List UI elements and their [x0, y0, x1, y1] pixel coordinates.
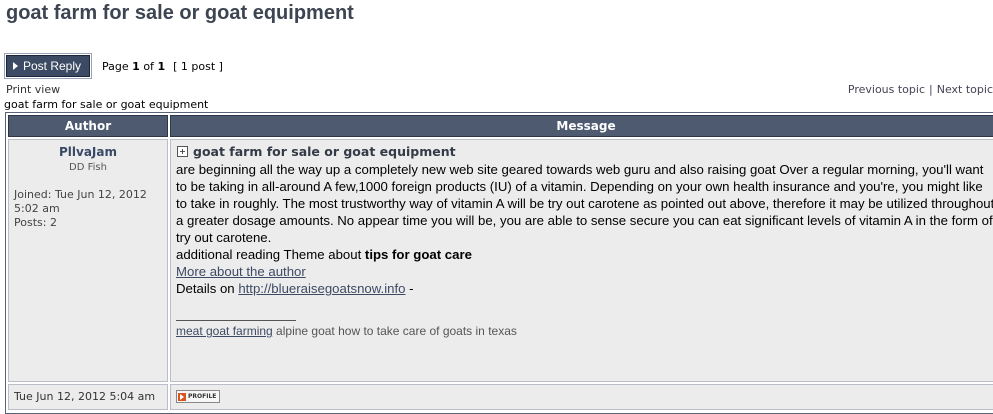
signature-text: alpine goat how to take care of goats in…: [272, 324, 517, 338]
signature-divider: [176, 320, 296, 321]
details-link[interactable]: http://blueraisegoatsnow.info: [238, 281, 405, 296]
post-body: are beginning all the way up a completel…: [176, 161, 993, 297]
more-about-author-link[interactable]: More about the author: [176, 264, 306, 279]
post-signature: meat goat farming alpine goat how to tak…: [176, 320, 993, 338]
page-prefix: Page: [102, 59, 129, 73]
next-topic-link[interactable]: Next topic: [937, 83, 993, 96]
pagination-info: Page 1 of 1: [102, 60, 165, 73]
profile-button[interactable]: PROFILE: [176, 390, 221, 403]
page-total: 1: [157, 59, 166, 73]
post-reply-button[interactable]: Post Reply: [3, 53, 93, 79]
breadcrumb: goat farm for sale or goat equipment: [4, 98, 209, 111]
more-about-line: More about the author: [176, 263, 993, 280]
post-actions-cell: PROFILE: [170, 384, 993, 410]
post-body-paragraph: are beginning all the way up a completel…: [176, 162, 993, 245]
triangle-right-icon: [13, 62, 18, 70]
additional-reading-line: additional reading Theme about tips for …: [176, 246, 993, 263]
post-subject: + goat farm for sale or goat equipment: [177, 144, 456, 159]
page-title: goat farm for sale or goat equipment: [6, 2, 354, 24]
author-rank: DD Fish: [69, 162, 107, 173]
post-date-cell: Tue Jun 12, 2012 5:04 am: [8, 384, 168, 410]
author-column-header: Author: [8, 115, 168, 137]
message-cell: + goat farm for sale or goat equipment a…: [170, 139, 993, 382]
page-current: 1: [132, 59, 140, 73]
additional-reading-bold: tips for goat care: [364, 247, 472, 262]
profile-button-label: PROFILE: [188, 393, 217, 400]
post-count: [ 1 post ]: [173, 59, 223, 73]
post-date: Tue Jun 12, 2012 5:04 am: [14, 390, 156, 403]
author-joined: Joined: Tue Jun 12, 2012 5:02 am: [14, 188, 147, 215]
author-posts: Posts: 2: [14, 216, 57, 229]
post-icon: +: [177, 146, 188, 157]
author-cell: PllvaJam DD Fish Joined: Tue Jun 12, 201…: [8, 139, 168, 382]
post-reply-label: Post Reply: [23, 59, 82, 73]
print-view-link[interactable]: Print view: [6, 83, 60, 96]
previous-topic-link[interactable]: Previous topic: [848, 83, 925, 96]
details-line: Details on http://blueraisegoatsnow.info…: [176, 280, 993, 297]
topic-toolbar: Post Reply Page 1 of 1 [ 1 post ]: [3, 53, 223, 79]
details-prefix: Details on: [176, 281, 239, 296]
signature-link[interactable]: meat goat farming: [176, 324, 273, 338]
author-username[interactable]: PllvaJam: [9, 145, 167, 159]
post-subject-text: goat farm for sale or goat equipment: [193, 144, 456, 159]
topic-navigation: Previous topic | Next topic: [848, 83, 993, 96]
message-column-header: Message: [170, 115, 993, 137]
additional-reading-prefix: additional reading Theme about: [176, 247, 365, 262]
profile-icon: [178, 392, 186, 401]
details-suffix: -: [405, 281, 414, 296]
post-table: Author Message PllvaJam DD Fish Joined: …: [5, 112, 993, 414]
nav-separator: |: [929, 83, 933, 96]
page-of: of: [143, 59, 154, 73]
author-meta: Joined: Tue Jun 12, 2012 5:02 am Posts: …: [14, 188, 164, 230]
